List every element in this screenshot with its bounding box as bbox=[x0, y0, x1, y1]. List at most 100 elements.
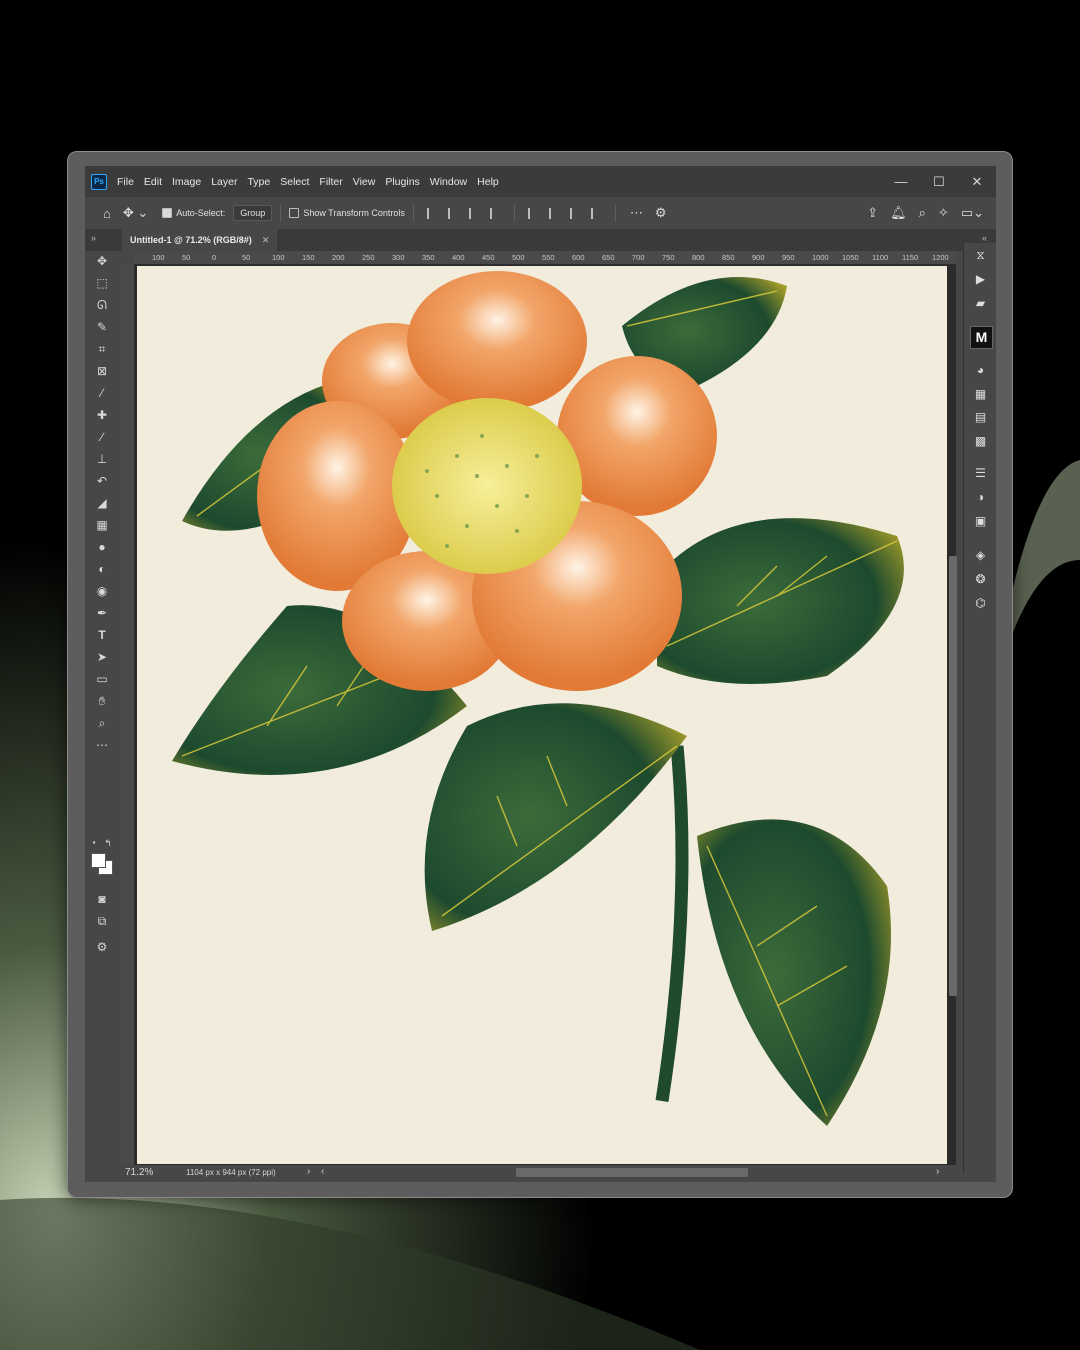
paths-icon[interactable]: ⌬ bbox=[972, 595, 989, 611]
home-icon[interactable]: ⌂ bbox=[103, 206, 111, 221]
menu-file[interactable]: File bbox=[117, 176, 134, 188]
align-bottom-icon[interactable] bbox=[569, 207, 581, 219]
ruler-tick: 50 bbox=[182, 253, 191, 262]
vertical-scrollbar[interactable] bbox=[949, 556, 957, 996]
rectangle-tool-icon[interactable]: ▭ bbox=[93, 671, 111, 687]
menu-select[interactable]: Select bbox=[280, 176, 309, 188]
distribute-icon[interactable] bbox=[489, 207, 501, 219]
minimize-button[interactable]: — bbox=[882, 174, 920, 189]
quick-mask-icon[interactable]: ◙ bbox=[93, 891, 111, 907]
eraser-tool-icon[interactable]: ◢ bbox=[93, 495, 111, 511]
share-icon[interactable]: ⇪ bbox=[867, 205, 878, 221]
ruler-tick: 400 bbox=[452, 253, 465, 262]
quick-selection-tool-icon[interactable]: ✎ bbox=[93, 319, 111, 335]
expand-toolbar-icon[interactable]: » bbox=[91, 233, 96, 243]
zoom-level[interactable]: 71.2% bbox=[125, 1167, 153, 1178]
type-tool-icon[interactable]: T bbox=[93, 627, 111, 643]
workspace-icon[interactable]: ▭⌄ bbox=[961, 205, 984, 221]
lasso-tool-icon[interactable]: ᘏ bbox=[93, 297, 111, 313]
dodge-tool-icon[interactable]: ◐ bbox=[93, 561, 111, 577]
auto-select-checkbox[interactable]: Auto-Select: bbox=[162, 208, 225, 219]
horizontal-scrollbar[interactable] bbox=[516, 1168, 748, 1177]
more-options-icon[interactable]: ⋯ bbox=[630, 205, 643, 221]
edit-toolbar-icon[interactable]: ⚙ bbox=[93, 939, 111, 955]
group-select[interactable]: Group bbox=[233, 205, 273, 221]
libraries-icon[interactable]: ▣ bbox=[972, 513, 989, 529]
align-top-icon[interactable] bbox=[527, 207, 539, 219]
gradients-icon[interactable]: ▤ bbox=[972, 409, 989, 425]
gradient-tool-icon[interactable]: ▦ bbox=[93, 517, 111, 533]
clone-stamp-tool-icon[interactable]: ⊥ bbox=[93, 451, 111, 467]
ruler-tick: 1200 bbox=[932, 253, 949, 262]
adjustments-icon[interactable]: ◑ bbox=[972, 489, 989, 505]
zoom-tool-icon[interactable]: ⌕ bbox=[93, 715, 111, 731]
comments-icon[interactable]: ▰ bbox=[972, 295, 989, 311]
blur-tool-icon[interactable]: ● bbox=[93, 539, 111, 555]
more-tools-icon[interactable]: ⋯ bbox=[93, 737, 111, 753]
document-info[interactable]: 1104 px x 944 px (72 ppi) bbox=[186, 1168, 276, 1177]
close-tab-icon[interactable]: ✕ bbox=[262, 235, 270, 246]
document-canvas[interactable] bbox=[137, 266, 947, 1164]
frame-tool-icon[interactable]: ⊠ bbox=[93, 363, 111, 379]
ruler-tick: 150 bbox=[302, 253, 315, 262]
search-icon[interactable]: ⌕ bbox=[919, 205, 926, 221]
crop-tool-icon[interactable]: ⌗ bbox=[93, 341, 111, 357]
move-tool-icon[interactable]: ✥ bbox=[93, 253, 111, 269]
ruler-tick: 300 bbox=[392, 253, 405, 262]
move-tool-preset-icon[interactable]: ✥ ⌄ bbox=[123, 205, 148, 221]
hand-tool-icon[interactable]: ✋︎ bbox=[93, 693, 111, 709]
pen-tool-icon[interactable]: ✒ bbox=[93, 605, 111, 621]
status-menu-chevron-icon[interactable]: › bbox=[307, 1166, 310, 1177]
menu-plugins[interactable]: Plugins bbox=[385, 176, 419, 188]
menu-help[interactable]: Help bbox=[477, 176, 499, 188]
ruler-tick: 650 bbox=[602, 253, 615, 262]
align-middle-icon[interactable] bbox=[548, 207, 560, 219]
menu-image[interactable]: Image bbox=[172, 176, 201, 188]
history-brush-tool-icon[interactable]: ↶ bbox=[93, 473, 111, 489]
close-button[interactable]: ✕ bbox=[958, 174, 996, 190]
ruler-tick: 50 bbox=[242, 253, 251, 262]
menu-layer[interactable]: Layer bbox=[211, 176, 237, 188]
menu-view[interactable]: View bbox=[353, 176, 376, 188]
menu-type[interactable]: Type bbox=[247, 176, 270, 188]
channels-icon[interactable]: ❂ bbox=[972, 571, 989, 587]
properties-icon[interactable]: ☰ bbox=[972, 465, 989, 481]
scroll-right-icon[interactable]: › bbox=[936, 1166, 939, 1177]
menu-edit[interactable]: Edit bbox=[144, 176, 162, 188]
brush-tool-icon[interactable]: ∕ bbox=[93, 429, 111, 445]
patterns-icon[interactable]: ▩ bbox=[972, 433, 989, 449]
menu-window[interactable]: Window bbox=[430, 176, 467, 188]
ruler-tick: 550 bbox=[542, 253, 555, 262]
actions-play-icon[interactable]: ▶ bbox=[972, 271, 989, 287]
marquee-tool-icon[interactable]: ⬚ bbox=[93, 275, 111, 291]
align-left-icon[interactable] bbox=[426, 207, 438, 219]
distribute-vertical-icon[interactable] bbox=[590, 207, 602, 219]
menu-filter[interactable]: Filter bbox=[319, 176, 342, 188]
ruler-tick: 750 bbox=[662, 253, 675, 262]
tab-document[interactable]: Untitled-1 @ 71.2% (RGB/8#) ✕ bbox=[122, 229, 277, 251]
foreground-color-swatch[interactable] bbox=[91, 853, 106, 868]
ruler-tick: 1050 bbox=[842, 253, 859, 262]
gear-icon[interactable]: ⚙ bbox=[655, 205, 667, 221]
ruler-tick: 100 bbox=[152, 253, 165, 262]
transform-controls-checkbox[interactable]: Show Transform Controls bbox=[289, 208, 405, 219]
maximize-button[interactable]: ☐ bbox=[920, 174, 958, 190]
path-selection-tool-icon[interactable]: ➤ bbox=[93, 649, 111, 665]
swap-colors-icon[interactable]: ↰ bbox=[103, 835, 113, 851]
plugin-m-icon[interactable]: M bbox=[970, 326, 993, 349]
color-palette-icon[interactable]: ◕ bbox=[972, 362, 989, 378]
align-center-icon[interactable] bbox=[447, 207, 459, 219]
align-right-icon[interactable] bbox=[468, 207, 480, 219]
sponge-tool-icon[interactable]: ◉ bbox=[93, 583, 111, 599]
screen-mode-icon[interactable]: ⧉ bbox=[93, 913, 111, 929]
scroll-left-icon[interactable]: ‹ bbox=[321, 1166, 324, 1177]
default-colors-icon[interactable]: ▪ bbox=[89, 835, 99, 851]
history-icon[interactable]: ⧖ bbox=[972, 247, 989, 263]
collapse-panels-icon[interactable]: « bbox=[982, 233, 987, 243]
bell-icon[interactable]: 🔔︎ bbox=[890, 205, 907, 221]
healing-brush-tool-icon[interactable]: ✚ bbox=[93, 407, 111, 423]
swatches-icon[interactable]: ▦ bbox=[972, 386, 989, 402]
eyedropper-tool-icon[interactable]: ⁄ bbox=[93, 385, 111, 401]
discover-icon[interactable]: ✧ bbox=[938, 205, 949, 221]
layers-icon[interactable]: ◈ bbox=[972, 547, 989, 563]
